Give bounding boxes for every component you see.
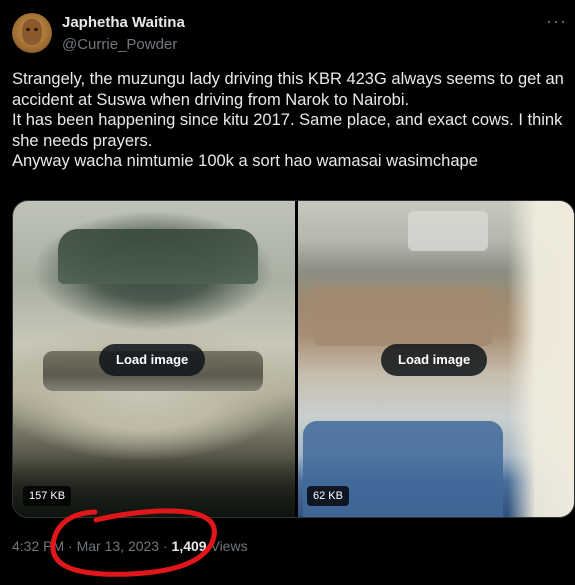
tweet-text-line: It has been happening since kitu 2017. S…	[12, 111, 563, 129]
car-windshield	[58, 229, 258, 284]
blurred-shape	[508, 201, 574, 517]
meta-separator: ·	[162, 538, 168, 554]
image-size-badge: 62 KB	[307, 486, 349, 506]
avatar-eye	[34, 28, 38, 31]
ellipsis-icon[interactable]: ···	[546, 12, 567, 30]
tweet-text-line: she needs prayers.	[12, 131, 153, 150]
tweet-card: Japhetha Waitina @Currie_Powder ··· Stra…	[0, 0, 575, 585]
load-image-button[interactable]: Load image	[381, 344, 488, 376]
load-image-button[interactable]: Load image	[99, 344, 206, 376]
views-count: 1,409	[172, 538, 207, 554]
media-grid: Load image Load image 157 KB 62 KB	[12, 200, 575, 518]
tweet-date[interactable]: Mar 13, 2023	[77, 538, 160, 554]
tweet-text-line: accident at Suswa when driving from Naro…	[12, 90, 410, 109]
tweet-text-line: Strangely, the muzungu lady driving this…	[12, 70, 564, 88]
meta-separator: ·	[68, 538, 73, 554]
author-avatar[interactable]	[12, 13, 52, 53]
views-count-obscured: 09	[191, 538, 207, 554]
blurred-shape	[313, 286, 493, 346]
blurred-shape	[408, 211, 488, 251]
author-handle[interactable]: @Currie_Powder	[62, 36, 177, 53]
author-name[interactable]: Japhetha Waitina	[62, 14, 185, 31]
tweet-time[interactable]: 4:32 PM	[12, 538, 64, 554]
tweet-text-line: Anyway wacha nimtumie 100k a sort hao wa…	[12, 152, 478, 170]
views-count-visible: 1,4	[171, 538, 192, 554]
image-size-badge: 157 KB	[23, 486, 72, 506]
tweet-text: Strangely, the muzungu lady driving this…	[12, 69, 568, 172]
avatar-face	[22, 19, 42, 45]
tweet-metadata: 4:32 PM · Mar 13, 2023 · 1,409 Views	[12, 538, 248, 554]
avatar-eye	[26, 28, 30, 31]
views-label: Views	[210, 538, 248, 554]
